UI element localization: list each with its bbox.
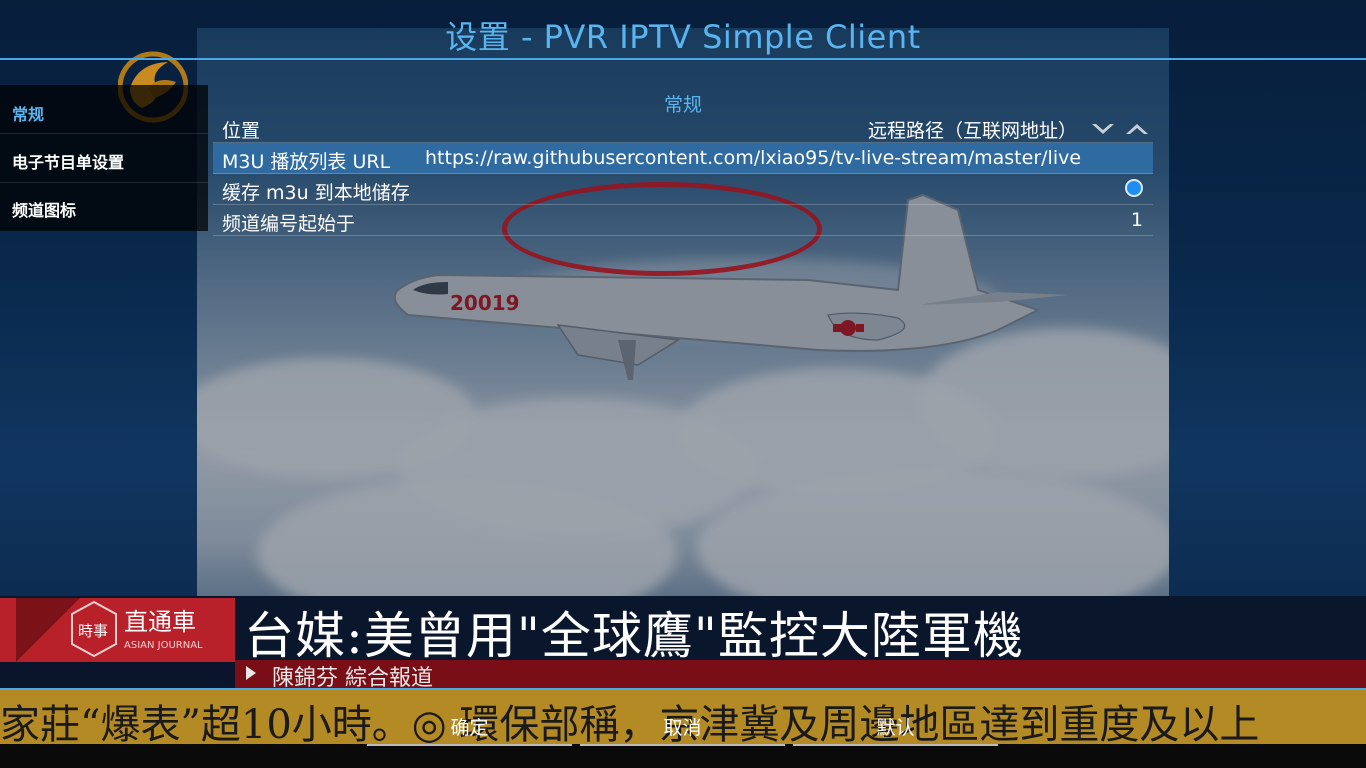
category-channel-logos[interactable]: 频道图标 (12, 197, 76, 221)
svg-text:ASIAN JOURNAL: ASIAN JOURNAL (124, 640, 203, 651)
setting-value: https://raw.githubusercontent.com/lxiao9… (425, 147, 1082, 169)
bottom-bar (0, 744, 1366, 768)
dialog-title-bar: 设置 - PVR IPTV Simple Client (0, 0, 1366, 58)
play-marker-icon (246, 666, 256, 680)
setting-location[interactable]: 位置 远程路径（互联网地址） (213, 112, 1153, 143)
setting-m3u-url[interactable]: M3U 播放列表 URL https://raw.githubuserconte… (213, 143, 1153, 174)
chevron-down-icon[interactable] (1091, 122, 1115, 136)
category-general[interactable]: 常规 (12, 101, 44, 125)
category-epg-settings[interactable]: 电子节目单设置 (12, 149, 124, 173)
category-divider (0, 182, 208, 183)
svg-text:直通車: 直通車 (124, 608, 196, 636)
setting-value: 1 (1130, 209, 1143, 231)
setting-label: 频道编号起始于 (222, 213, 356, 235)
setting-cache-m3u[interactable]: 缓存 m3u 到本地储存 (213, 174, 1153, 205)
setting-label: 缓存 m3u 到本地储存 (222, 182, 410, 204)
title-divider (0, 58, 1366, 60)
chevron-up-icon[interactable] (1125, 122, 1149, 136)
setting-label: M3U 播放列表 URL (222, 151, 391, 173)
setting-label: 位置 (222, 120, 261, 142)
defaults-button[interactable]: 默认 (793, 708, 998, 746)
svg-text:時事: 時事 (78, 622, 108, 640)
cancel-button[interactable]: 取消 (580, 708, 785, 746)
settings-category-list: 常规 电子节目单设置 频道图标 (0, 85, 208, 231)
category-divider (0, 133, 208, 134)
news-program-logo: 時事 直通車 ASIAN JOURNAL (71, 600, 203, 658)
setting-value: 远程路径（互联网地址） (867, 120, 1077, 142)
radio-on-icon[interactable] (1125, 179, 1143, 197)
ok-button[interactable]: 确定 (367, 708, 572, 746)
news-headline: 台媒:美曾用"全球鷹"監控大陸軍機 (244, 607, 1024, 665)
setting-channel-start-number[interactable]: 频道编号起始于 1 (213, 205, 1153, 236)
dialog-title: 设置 - PVR IPTV Simple Client (445, 18, 921, 56)
